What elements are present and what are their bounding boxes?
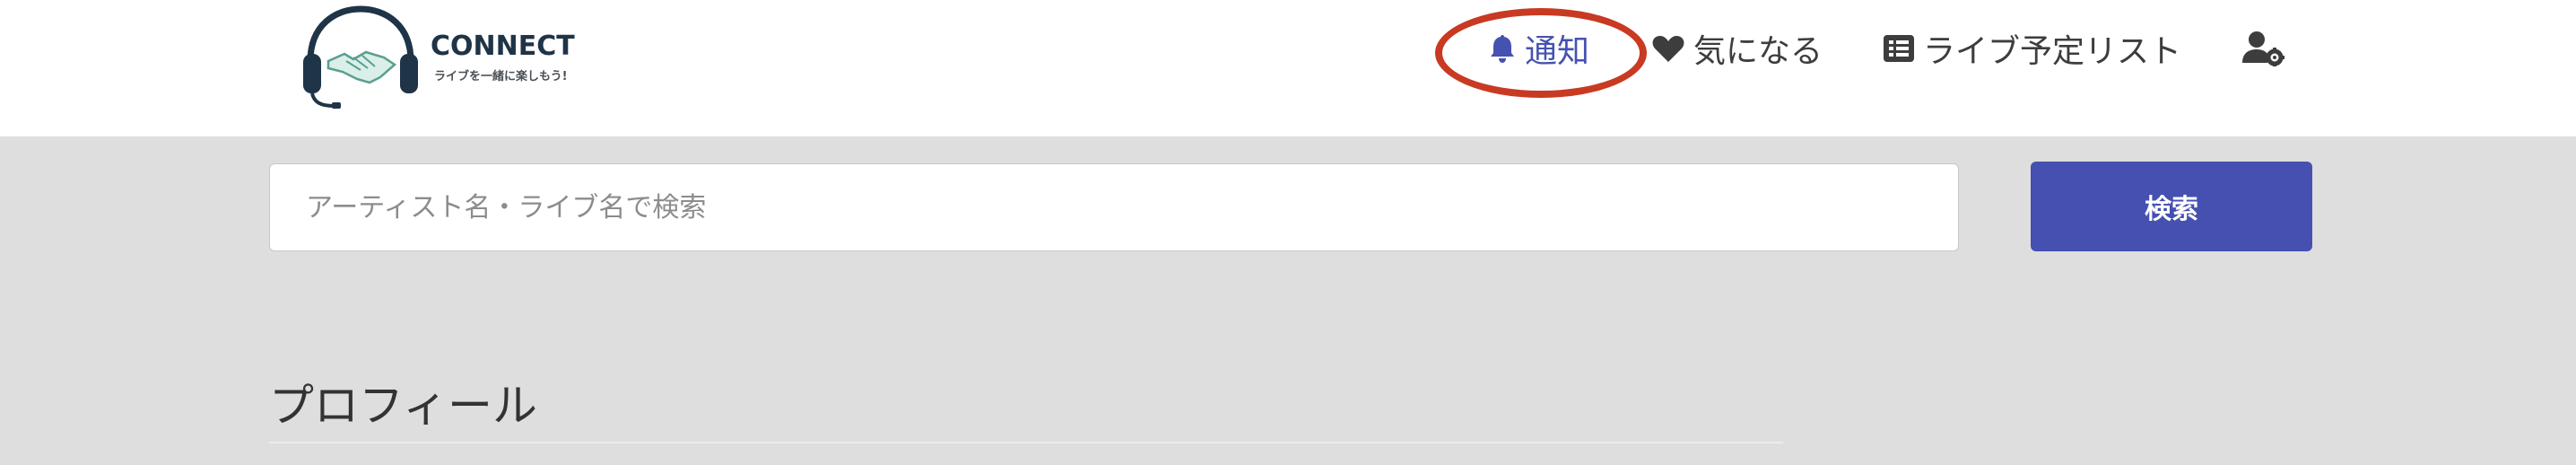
heart-icon bbox=[1652, 36, 1684, 62]
nav-schedule-label: ライブ予定リスト bbox=[1923, 33, 2182, 70]
section-divider bbox=[269, 442, 1783, 443]
profile-title: プロフィール bbox=[269, 380, 537, 432]
header: CONNECT ライブを一緒に楽しもう! 通知 気になる ライブ予定リスト bbox=[0, 0, 2576, 136]
list-icon bbox=[1884, 35, 1914, 62]
brand-logo[interactable]: CONNECT ライブを一緒に楽しもう! bbox=[298, 5, 576, 111]
nav-notifications[interactable]: 通知 bbox=[1489, 22, 1589, 75]
nav-favorites-label: 気になる bbox=[1693, 33, 1823, 70]
user-settings-icon bbox=[2242, 31, 2284, 66]
nav-notifications-label: 通知 bbox=[1525, 33, 1590, 70]
nav-favorites[interactable]: 気になる bbox=[1652, 22, 1823, 75]
headset-handshake-icon bbox=[303, 5, 418, 109]
nav-account[interactable] bbox=[2242, 22, 2285, 75]
nav-schedule[interactable]: ライブ予定リスト bbox=[1884, 22, 2181, 75]
brand-name: CONNECT bbox=[431, 31, 575, 62]
search-input[interactable] bbox=[269, 163, 1959, 251]
bell-icon bbox=[1491, 35, 1514, 63]
search-button[interactable]: 検索 bbox=[2031, 162, 2312, 251]
page: CONNECT ライブを一緒に楽しもう! 通知 気になる ライブ予定リスト アー… bbox=[0, 0, 2576, 465]
brand-tagline: ライブを一緒に楽しもう! bbox=[434, 70, 568, 83]
